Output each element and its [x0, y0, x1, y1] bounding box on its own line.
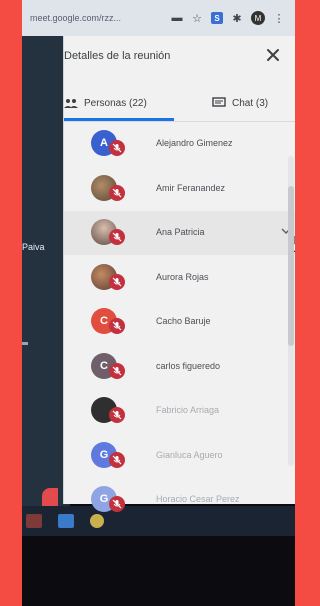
participant-name: Fabricio Arriaga: [156, 405, 220, 415]
browser-toolbar: meet.google.com/rzz... ▬ ☆ S ✱ M ⋮: [22, 0, 295, 36]
address-bar[interactable]: meet.google.com/rzz...: [30, 13, 140, 23]
participants-list: A Alejandro Gimenez Amir Feranandez Ana Pat…: [64, 122, 295, 512]
scrollbar-thumb[interactable]: [288, 186, 294, 346]
participant-tile-bar: [22, 342, 28, 345]
panel-title: Detalles de la reunión: [64, 50, 171, 62]
mic-off-icon: [109, 229, 125, 245]
tab-people-label: Personas (22): [84, 97, 147, 109]
participant-row[interactable]: G Gianluca Aguero: [64, 434, 295, 478]
puzzle-icon[interactable]: ✱: [231, 12, 243, 25]
chat-icon: [212, 97, 226, 107]
extension-s-icon[interactable]: S: [211, 12, 223, 24]
participant-row[interactable]: Aurora Rojas: [64, 256, 295, 300]
taskbar-app-icon[interactable]: [26, 514, 42, 528]
participant-row[interactable]: Ccarlos figueredo: [64, 345, 295, 389]
minus-icon[interactable]: ▬: [171, 12, 183, 24]
toolbar-icons: ▬ ☆ S ✱ M ⋮: [171, 11, 295, 25]
participant-row[interactable]: A Alejandro Gimenez: [64, 122, 295, 166]
participant-row[interactable]: Ana Patricia: [64, 211, 295, 255]
participant-name: Horacio Cesar Perez: [156, 494, 240, 504]
star-icon[interactable]: ☆: [191, 12, 203, 25]
more-menu-icon[interactable]: ⋮: [273, 12, 285, 25]
mic-off-icon: [109, 407, 125, 423]
participant-row[interactable]: Fabricio Arriaga: [64, 389, 295, 433]
mic-off-icon: [109, 184, 125, 201]
mic-off-icon: [109, 273, 125, 290]
profile-avatar[interactable]: M: [251, 11, 265, 25]
participant-row[interactable]: G Horacio Cesar Perez: [64, 478, 295, 522]
participant-name: Aurora Rojas: [156, 271, 209, 282]
close-icon[interactable]: [264, 46, 282, 64]
participant-name: Cacho Baruje: [156, 316, 211, 326]
mic-off-icon: [109, 140, 125, 156]
participant-row[interactable]: Amir Feranandez: [64, 167, 295, 211]
mic-off-icon: [109, 496, 125, 512]
participant-row[interactable]: C Cacho Baruje: [64, 300, 295, 344]
mic-off-icon: [109, 318, 125, 334]
participant-name: Ana Patricia: [156, 227, 205, 237]
mic-off-icon: [109, 362, 125, 379]
participant-name: Amir Feranandez: [156, 182, 226, 193]
mic-off-icon: [109, 451, 125, 468]
panel-tabs: Personas (22) Chat (3): [64, 86, 295, 122]
tab-chat-label: Chat (3): [232, 97, 269, 109]
tab-chat[interactable]: Chat (3): [212, 86, 268, 120]
people-icon: [64, 99, 78, 108]
participant-tile-label: Paiva: [22, 242, 45, 252]
screen: meet.google.com/rzz... ▬ ☆ S ✱ M ⋮ Paiva…: [22, 0, 295, 606]
participant-name: Gianluca Aguero: [156, 449, 223, 460]
participant-name: Alejandro Gimenez: [156, 138, 233, 148]
participant-name: carlos figueredo: [156, 360, 221, 371]
meeting-details-panel: Detalles de la reunión Personas (22) Cha…: [63, 36, 295, 512]
tab-people[interactable]: Personas (22): [64, 86, 174, 120]
